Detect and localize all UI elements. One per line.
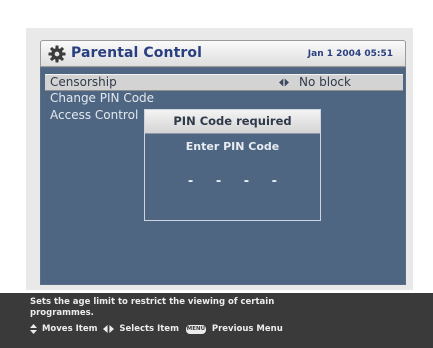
gear-icon: [48, 45, 66, 63]
help-bar: Sets the age limit to restrict the viewi…: [0, 293, 433, 348]
menu-item-censorship[interactable]: Censorship No block: [45, 74, 403, 91]
pin-dialog-title: PIN Code required: [145, 110, 320, 133]
key-legend: Moves Item Selects Item MENU Previous Me…: [30, 323, 283, 335]
previous-menu-label: Previous Menu: [211, 324, 283, 334]
censorship-value: No block: [299, 75, 351, 89]
up-down-arrow-icon: [30, 324, 37, 334]
menu-item-label: Censorship: [50, 75, 117, 89]
menu-item-change-pin-code[interactable]: Change PIN Code: [45, 91, 403, 106]
menu-title: Parental Control: [71, 45, 202, 61]
moves-item-label: Moves Item: [41, 324, 98, 334]
menu-header: Parental Control Jan 1 2004 05:51: [40, 40, 406, 67]
tv-screen: Parental Control Jan 1 2004 05:51 Censor…: [0, 0, 433, 348]
pin-dialog: PIN Code required Enter PIN Code - - - -: [144, 109, 321, 221]
selects-item-label: Selects Item: [119, 324, 179, 334]
menu-item-label: Access Control: [50, 108, 139, 122]
pin-dialog-prompt: Enter PIN Code: [185, 140, 280, 153]
date-time: Jan 1 2004 05:51: [307, 49, 393, 59]
pin-dialog-divider: [145, 133, 320, 134]
menu-item-label: Change PIN Code: [50, 91, 155, 105]
pin-code-input[interactable]: - - - -: [145, 174, 320, 189]
left-right-arrow-icon: [103, 325, 115, 333]
menu-key-icon: MENU: [185, 324, 206, 334]
left-right-arrow-icon: [279, 78, 289, 87]
help-description: Sets the age limit to restrict the viewi…: [30, 297, 275, 318]
